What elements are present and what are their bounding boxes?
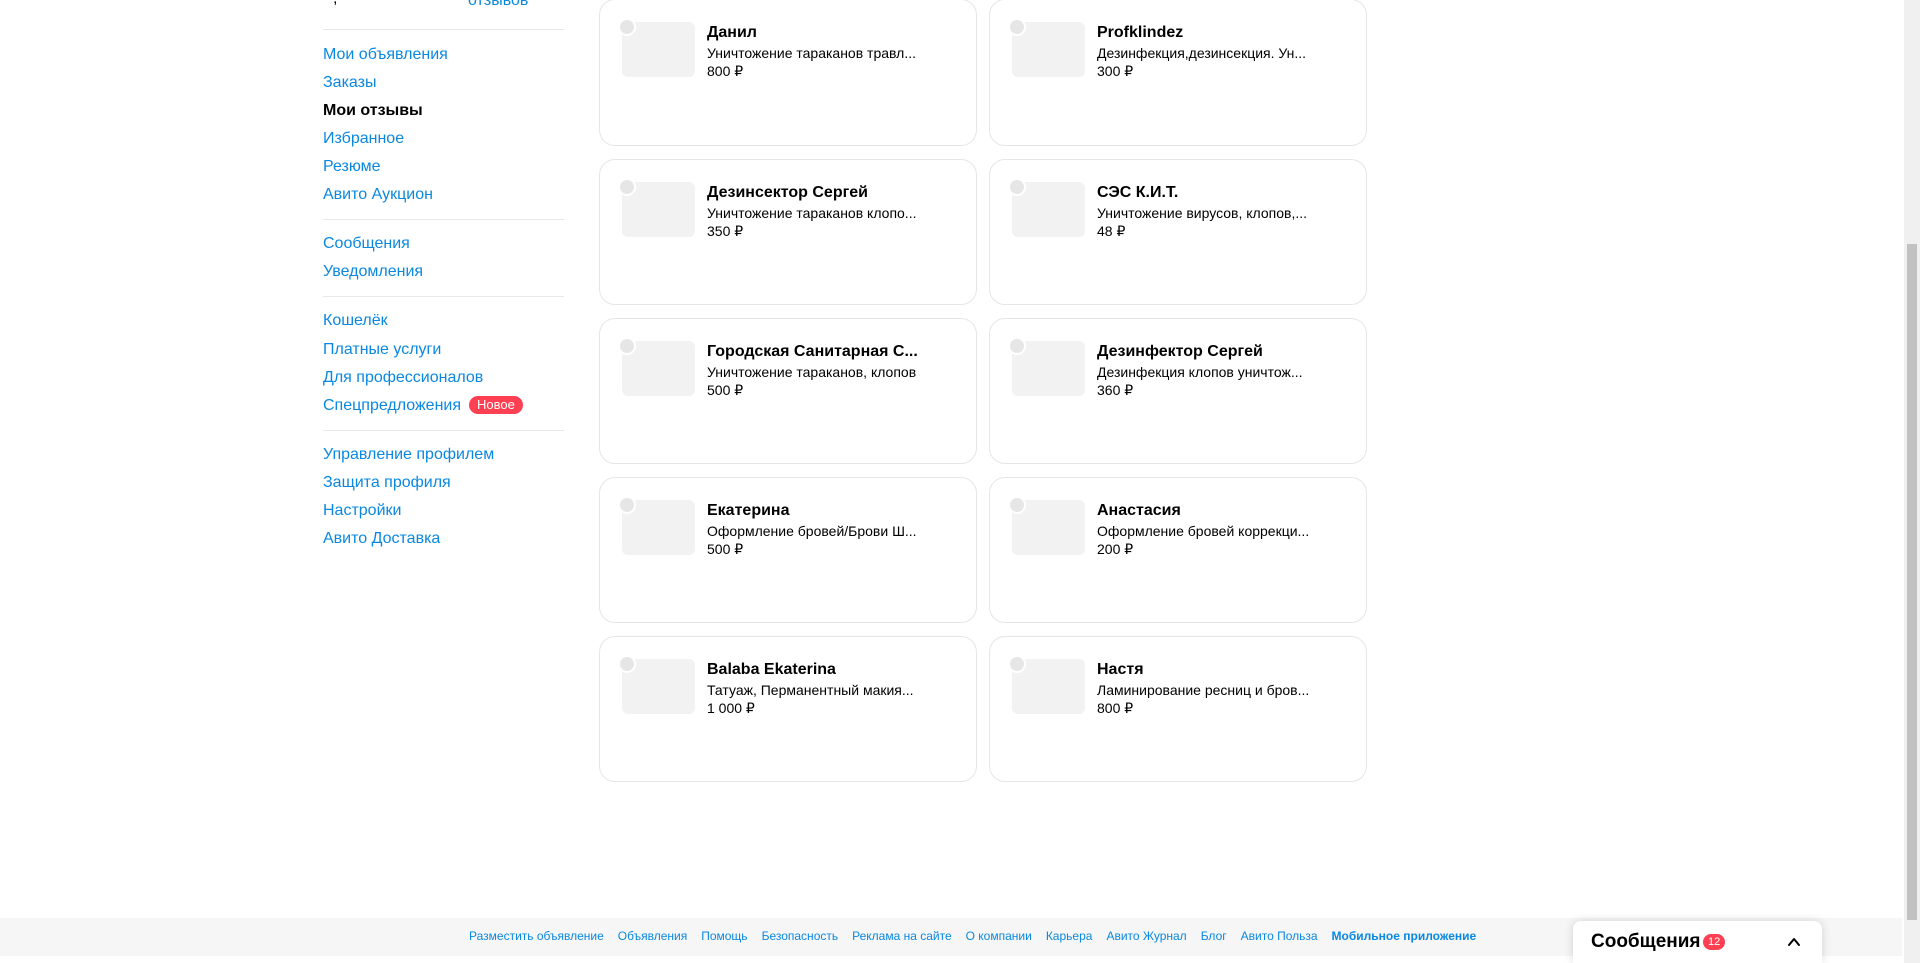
card-select-radio[interactable] — [618, 655, 636, 673]
card-description: Оформление бровей/Брови Ш... — [707, 523, 917, 539]
card-select-radio[interactable] — [1008, 18, 1026, 36]
footer-link[interactable]: Авито Журнал — [1106, 929, 1186, 943]
card-title[interactable]: Дезинсектор Сергей — [707, 183, 927, 203]
card-title[interactable]: Анастасия — [1097, 501, 1317, 521]
sidebar-item-settings[interactable]: Настройки — [323, 501, 401, 521]
sidebar-item-delivery[interactable]: Авито Доставка — [323, 529, 440, 549]
footer-link[interactable]: Реклама на сайте — [852, 929, 952, 943]
card-select-radio[interactable] — [618, 337, 636, 355]
sidebar-item-for-pros[interactable]: Для профессионалов — [323, 368, 483, 388]
card-title[interactable]: Дезинфектор Сергей — [1097, 342, 1317, 362]
new-badge: Новое — [469, 396, 523, 414]
card-select-radio[interactable] — [1008, 496, 1026, 514]
footer-link[interactable]: Объявления — [618, 929, 687, 943]
sidebar-divider — [323, 296, 564, 297]
card-title[interactable]: Настя — [1097, 660, 1317, 680]
card-select-radio[interactable] — [1008, 337, 1026, 355]
reviews-count-link[interactable]: отзывов — [468, 0, 528, 10]
card-price: 800 ₽ — [707, 63, 744, 79]
review-card[interactable]: Данил Уничтожение тараканов травл... 800 ₽ — [599, 0, 977, 146]
sidebar-item-profile-protection[interactable]: Защита профиля — [323, 473, 451, 493]
sidebar-item-label: Спецпредложения — [323, 397, 461, 414]
card-title[interactable]: СЭС К.И.Т. — [1097, 183, 1317, 203]
chevron-up-icon[interactable] — [1787, 935, 1801, 949]
card-title[interactable]: Profklindez — [1097, 23, 1317, 43]
sidebar-item-special-offers[interactable]: Спецпредложения Новое — [323, 396, 523, 416]
card-title[interactable]: Balaba Ekaterina — [707, 660, 927, 680]
sidebar-item-messages[interactable]: Сообщения — [323, 234, 410, 254]
card-select-radio[interactable] — [1008, 655, 1026, 673]
card-price: 300 ₽ — [1097, 63, 1134, 79]
sidebar-item-notifications[interactable]: Уведомления — [323, 262, 423, 282]
card-select-radio[interactable] — [618, 18, 636, 36]
sidebar-divider — [323, 430, 564, 431]
messages-widget-label: Сообщения — [1591, 931, 1701, 952]
card-select-radio[interactable] — [618, 496, 636, 514]
sidebar-item-orders[interactable]: Заказы — [323, 73, 376, 93]
review-card[interactable]: СЭС К.И.Т. Уничтожение вирусов, клопов,..… — [989, 159, 1367, 305]
card-description: Уничтожение тараканов клопо... — [707, 205, 917, 221]
card-description: Оформление бровей коррекци... — [1097, 523, 1310, 539]
sidebar-item-profile-management[interactable]: Управление профилем — [323, 445, 494, 465]
review-card[interactable]: Profklindez Дезинфекция,дезинсекция. Ун..… — [989, 0, 1367, 146]
card-select-radio[interactable] — [618, 178, 636, 196]
sidebar-divider — [323, 219, 564, 220]
card-description: Уничтожение вирусов, клопов,... — [1097, 205, 1308, 221]
card-description: Дезинфекция клопов уничтож... — [1097, 364, 1303, 380]
card-description: Татуаж, Перманентный макия... — [707, 682, 914, 698]
sidebar-dot: , — [333, 0, 337, 8]
review-card[interactable]: Анастасия Оформление бровей коррекци... 20… — [989, 477, 1367, 623]
card-price: 350 ₽ — [707, 223, 744, 239]
sidebar-item-wallet[interactable]: Кошелёк — [323, 311, 388, 331]
footer-link[interactable]: Блог — [1201, 929, 1227, 943]
footer-link[interactable]: Безопасность — [762, 929, 839, 943]
scrollbar-thumb[interactable] — [1907, 244, 1917, 920]
card-price: 48 ₽ — [1097, 223, 1126, 239]
sidebar-divider — [323, 29, 564, 30]
review-card[interactable]: Balaba Ekaterina Татуаж, Перманентный мак… — [599, 636, 977, 782]
card-price: 1 000 ₽ — [707, 700, 755, 716]
card-description: Ламинирование ресниц и бров... — [1097, 682, 1310, 698]
messages-widget[interactable]: Сообщения 12 — [1573, 921, 1822, 963]
review-card[interactable]: Екатерина Оформление бровей/Брови Ш... 500… — [599, 477, 977, 623]
sidebar-item-resume[interactable]: Резюме — [323, 157, 381, 177]
footer-link[interactable]: Разместить объявление — [469, 929, 604, 943]
sidebar-item-paid-services[interactable]: Платные услуги — [323, 340, 441, 360]
footer-links: Разместить объявление Объявления Помощь Без… — [469, 929, 1476, 943]
card-title[interactable]: Екатерина — [707, 501, 927, 521]
footer-link[interactable]: Авито Польза — [1241, 929, 1318, 943]
card-price: 800 ₽ — [1097, 700, 1134, 716]
messages-count-badge: 12 — [1703, 934, 1726, 950]
footer-link[interactable]: Мобильное приложение — [1332, 929, 1477, 943]
sidebar-item-my-ads[interactable]: Мои объявления — [323, 45, 448, 65]
card-price: 200 ₽ — [1097, 541, 1134, 557]
review-card[interactable]: Дезинфектор Сергей Дезинфекция клопов уни… — [989, 318, 1367, 464]
card-price: 500 ₽ — [707, 541, 744, 557]
card-description: Дезинфекция,дезинсекция. Ун... — [1097, 45, 1307, 61]
sidebar-item-auction[interactable]: Авито Аукцион — [323, 185, 433, 205]
sidebar-item-my-reviews[interactable]: Мои отзывы — [323, 101, 423, 121]
card-select-radio[interactable] — [1008, 178, 1026, 196]
review-card[interactable]: Городская Санитарная С... Уничтожение тар… — [599, 318, 977, 464]
card-price: 500 ₽ — [707, 382, 744, 398]
page-scrollbar[interactable] — [1904, 0, 1920, 963]
footer-link[interactable]: О компании — [966, 929, 1032, 943]
card-description: Уничтожение тараканов травл... — [707, 45, 916, 61]
review-card[interactable]: Дезинсектор Сергей Уничтожение тараканов … — [599, 159, 977, 305]
sidebar-item-favorites[interactable]: Избранное — [323, 129, 404, 149]
footer-link[interactable]: Карьера — [1046, 929, 1093, 943]
card-price: 360 ₽ — [1097, 382, 1134, 398]
review-card[interactable]: Настя Ламинирование ресниц и бров... 800 ₽ — [989, 636, 1367, 782]
footer-link[interactable]: Помощь — [701, 929, 747, 943]
card-title[interactable]: Городская Санитарная С... — [707, 342, 927, 362]
card-title[interactable]: Данил — [707, 23, 927, 43]
card-description: Уничтожение тараканов, клопов — [707, 364, 917, 380]
